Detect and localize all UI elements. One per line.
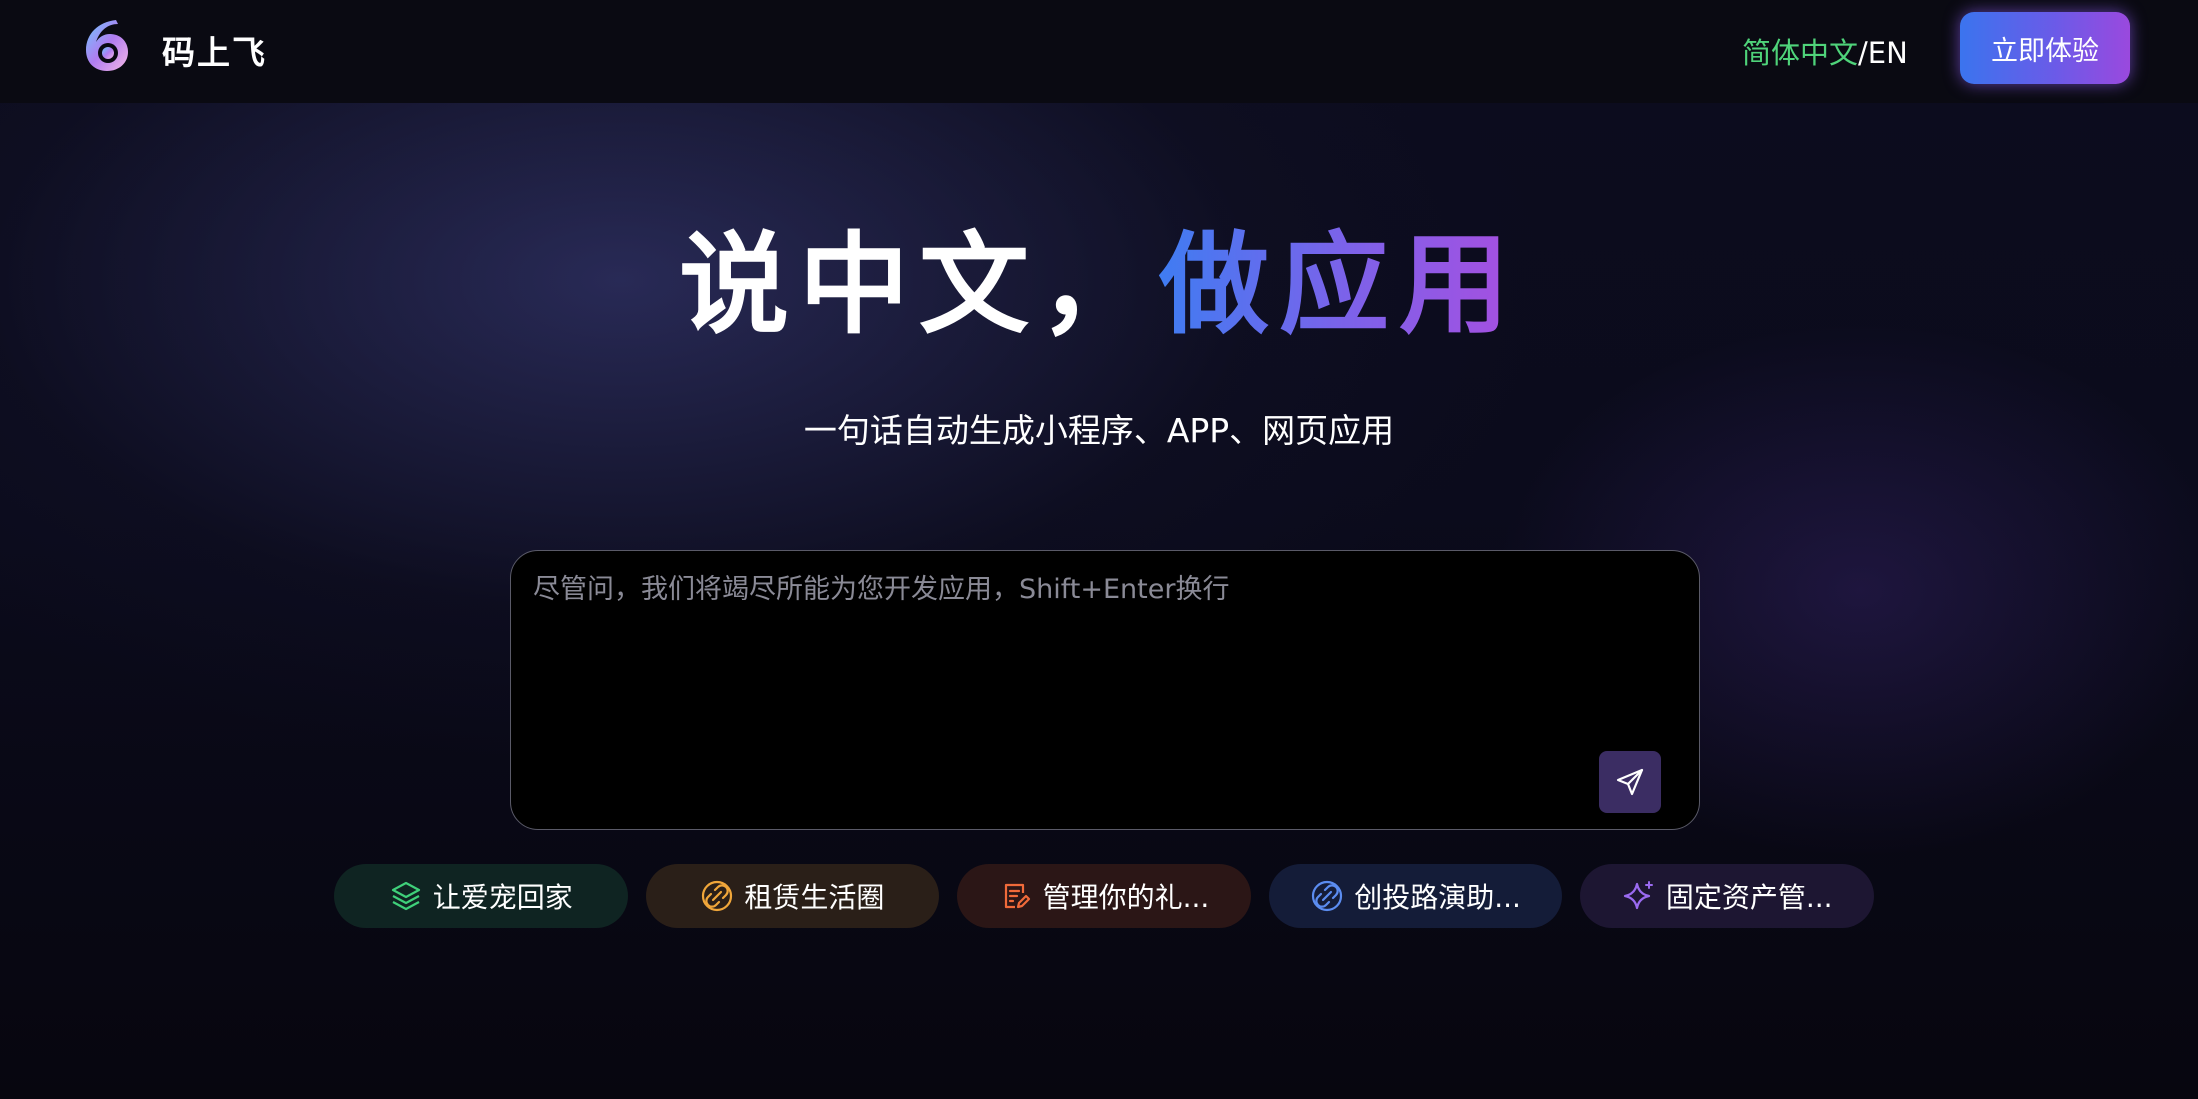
suggestion-label: 创投路演助... <box>1354 881 1521 914</box>
hero-headline: 说中文，做应用 <box>0 220 2198 350</box>
lang-option-zh[interactable]: 简体中文 <box>1742 36 1858 70</box>
suggestion-label: 租赁生活圈 <box>744 881 885 914</box>
send-button[interactable] <box>1599 751 1661 813</box>
lang-option-en[interactable]: EN <box>1868 36 1908 70</box>
prompt-container <box>510 550 1700 830</box>
headline-part-1: 说中文， <box>679 221 1159 349</box>
top-header: 码上飞 简体中文/EN 立即体验 <box>0 0 2198 103</box>
suggestion-chip-gift[interactable]: 管理你的礼... <box>957 864 1251 928</box>
try-now-button[interactable]: 立即体验 <box>1960 12 2130 84</box>
suggestion-chip-pitch[interactable]: 创投路演助... <box>1268 864 1563 928</box>
layers-icon <box>391 881 420 911</box>
suggestion-label: 固定资产管... <box>1665 881 1833 914</box>
brand-name: 码上飞 <box>162 33 267 72</box>
link-icon <box>1312 880 1343 912</box>
prompt-input[interactable] <box>533 567 1613 787</box>
suggestion-chip-assets[interactable]: 固定资产管... <box>1580 864 1874 928</box>
suggestion-chip-pet[interactable]: 让爱宠回家 <box>334 864 628 928</box>
logo-icon[interactable] <box>78 16 136 74</box>
suggestion-list: 让爱宠回家 租赁生活圈 管理你的礼... 创投路演助... 固定资产管... <box>334 864 1874 928</box>
lang-separator: / <box>1858 36 1868 70</box>
hero-subtitle: 一句话自动生成小程序、APP、网页应用 <box>803 411 1395 450</box>
headline-part-2: 做应用 <box>1159 221 1519 349</box>
sparkle-icon <box>1623 881 1653 910</box>
edit-doc-icon <box>1004 883 1030 909</box>
send-icon <box>1616 768 1644 796</box>
suggestion-chip-rental[interactable]: 租赁生活圈 <box>645 864 940 928</box>
language-switcher[interactable]: 简体中文/EN <box>1742 30 1908 72</box>
suggestion-label: 让爱宠回家 <box>432 881 573 914</box>
link-icon <box>702 880 733 912</box>
suggestion-label: 管理你的礼... <box>1042 881 1210 914</box>
